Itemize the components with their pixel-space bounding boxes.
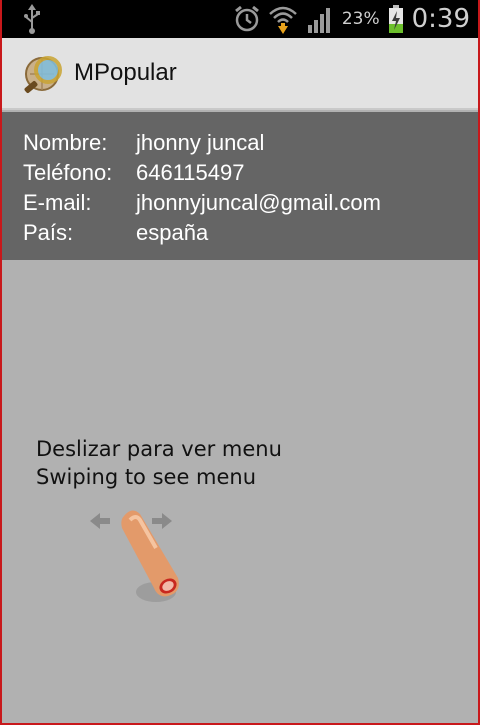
status-clock: 0:39 [411, 4, 470, 34]
app-title: MPopular [74, 59, 177, 86]
profile-row-name: Nombre: jhonny juncal [23, 128, 264, 158]
swipe-hint-line-en: Swiping to see menu [36, 465, 257, 489]
usb-icon [24, 4, 40, 34]
status-bar: 23% 0:39 [0, 0, 480, 38]
profile-label: E-mail: [23, 190, 92, 215]
profile-label: País: [23, 220, 74, 245]
alarm-icon [234, 5, 259, 32]
swipe-finger-icon [90, 510, 179, 602]
profile-row-country: País: españa [23, 218, 208, 248]
profile-value: españa [136, 220, 209, 245]
profile-value: 646115497 [136, 160, 245, 185]
action-bar: MPopular [0, 38, 480, 110]
profile-label: Nombre: [23, 130, 108, 155]
profile-row-email: E-mail: jhonnyjuncal@gmail.com [23, 188, 381, 218]
signal-icon [307, 8, 330, 33]
wifi-icon [268, 6, 297, 34]
swipe-hint: Deslizar para ver menu Swiping to see me… [36, 435, 282, 491]
magnifier-globe-icon[interactable] [20, 50, 68, 98]
swipe-hint-line-es: Deslizar para ver menu [36, 437, 282, 461]
profile-label: Teléfono: [23, 160, 113, 185]
profile-value: jhonnyjuncal@gmail.com [136, 190, 381, 215]
profile-value: jhonny juncal [136, 130, 265, 155]
profile-row-phone: Teléfono: 646115497 [23, 158, 245, 188]
battery-percent: 23% [341, 9, 380, 29]
profile-panel: Nombre: jhonny juncal Teléfono: 646115497 … [0, 112, 480, 260]
battery-charging-icon [388, 5, 403, 33]
